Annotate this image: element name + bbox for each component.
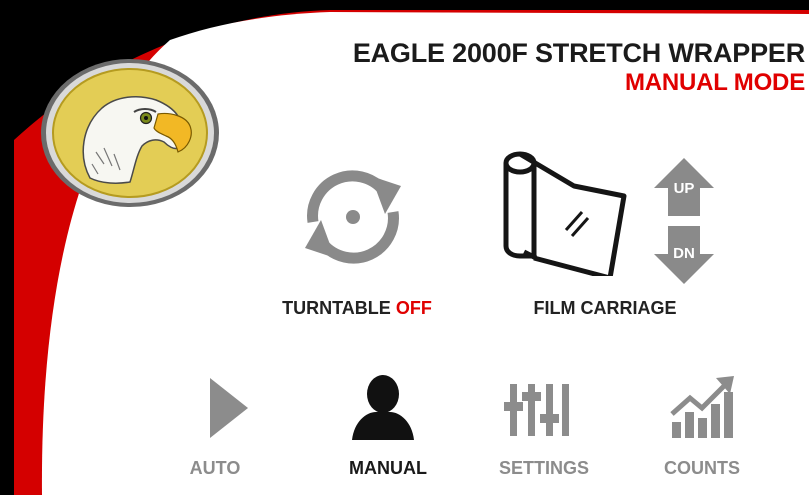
nav-counts-label[interactable]: COUNTS bbox=[642, 458, 762, 479]
arrow-down-icon: DN bbox=[654, 226, 714, 284]
turntable-rotate-icon[interactable] bbox=[285, 158, 421, 276]
user-icon bbox=[352, 375, 414, 440]
mode-indicator: MANUAL MODE bbox=[624, 69, 805, 96]
hmi-screen: EAGLE 2000F STRETCH WRAPPER MANUAL MODE … bbox=[0, 0, 809, 495]
carriage-up-button[interactable]: UP bbox=[654, 158, 714, 216]
film-carriage-label: FILM CARRIAGE bbox=[533, 298, 677, 318]
carriage-down-button[interactable]: DN bbox=[654, 226, 714, 284]
turntable-status: OFF bbox=[395, 298, 432, 318]
sliders-icon bbox=[504, 384, 569, 436]
up-label: UP bbox=[674, 180, 695, 197]
film-carriage-icon[interactable] bbox=[496, 148, 632, 276]
nav-settings-button[interactable] bbox=[504, 384, 570, 436]
app-title: EAGLE 2000F STRETCH WRAPPER bbox=[352, 38, 805, 68]
nav-settings-label[interactable]: SETTINGS bbox=[484, 458, 604, 479]
turntable-label: TURNTABLE OFF bbox=[262, 298, 452, 319]
nav-counts-button[interactable] bbox=[670, 374, 734, 438]
eagle-logo bbox=[41, 59, 219, 207]
nav-auto-button[interactable] bbox=[200, 378, 250, 438]
header: EAGLE 2000F STRETCH WRAPPER MANUAL MODE bbox=[353, 40, 805, 95]
play-icon bbox=[210, 378, 248, 438]
dn-label: DN bbox=[673, 245, 695, 262]
arrow-up-icon: UP bbox=[654, 158, 714, 216]
nav-auto-label[interactable]: AUTO bbox=[155, 458, 275, 479]
turntable-label-text: TURNTABLE bbox=[282, 298, 391, 318]
bar-chart-icon bbox=[670, 376, 734, 438]
nav-manual-label[interactable]: MANUAL bbox=[328, 458, 448, 479]
nav-manual-button[interactable] bbox=[350, 374, 416, 440]
